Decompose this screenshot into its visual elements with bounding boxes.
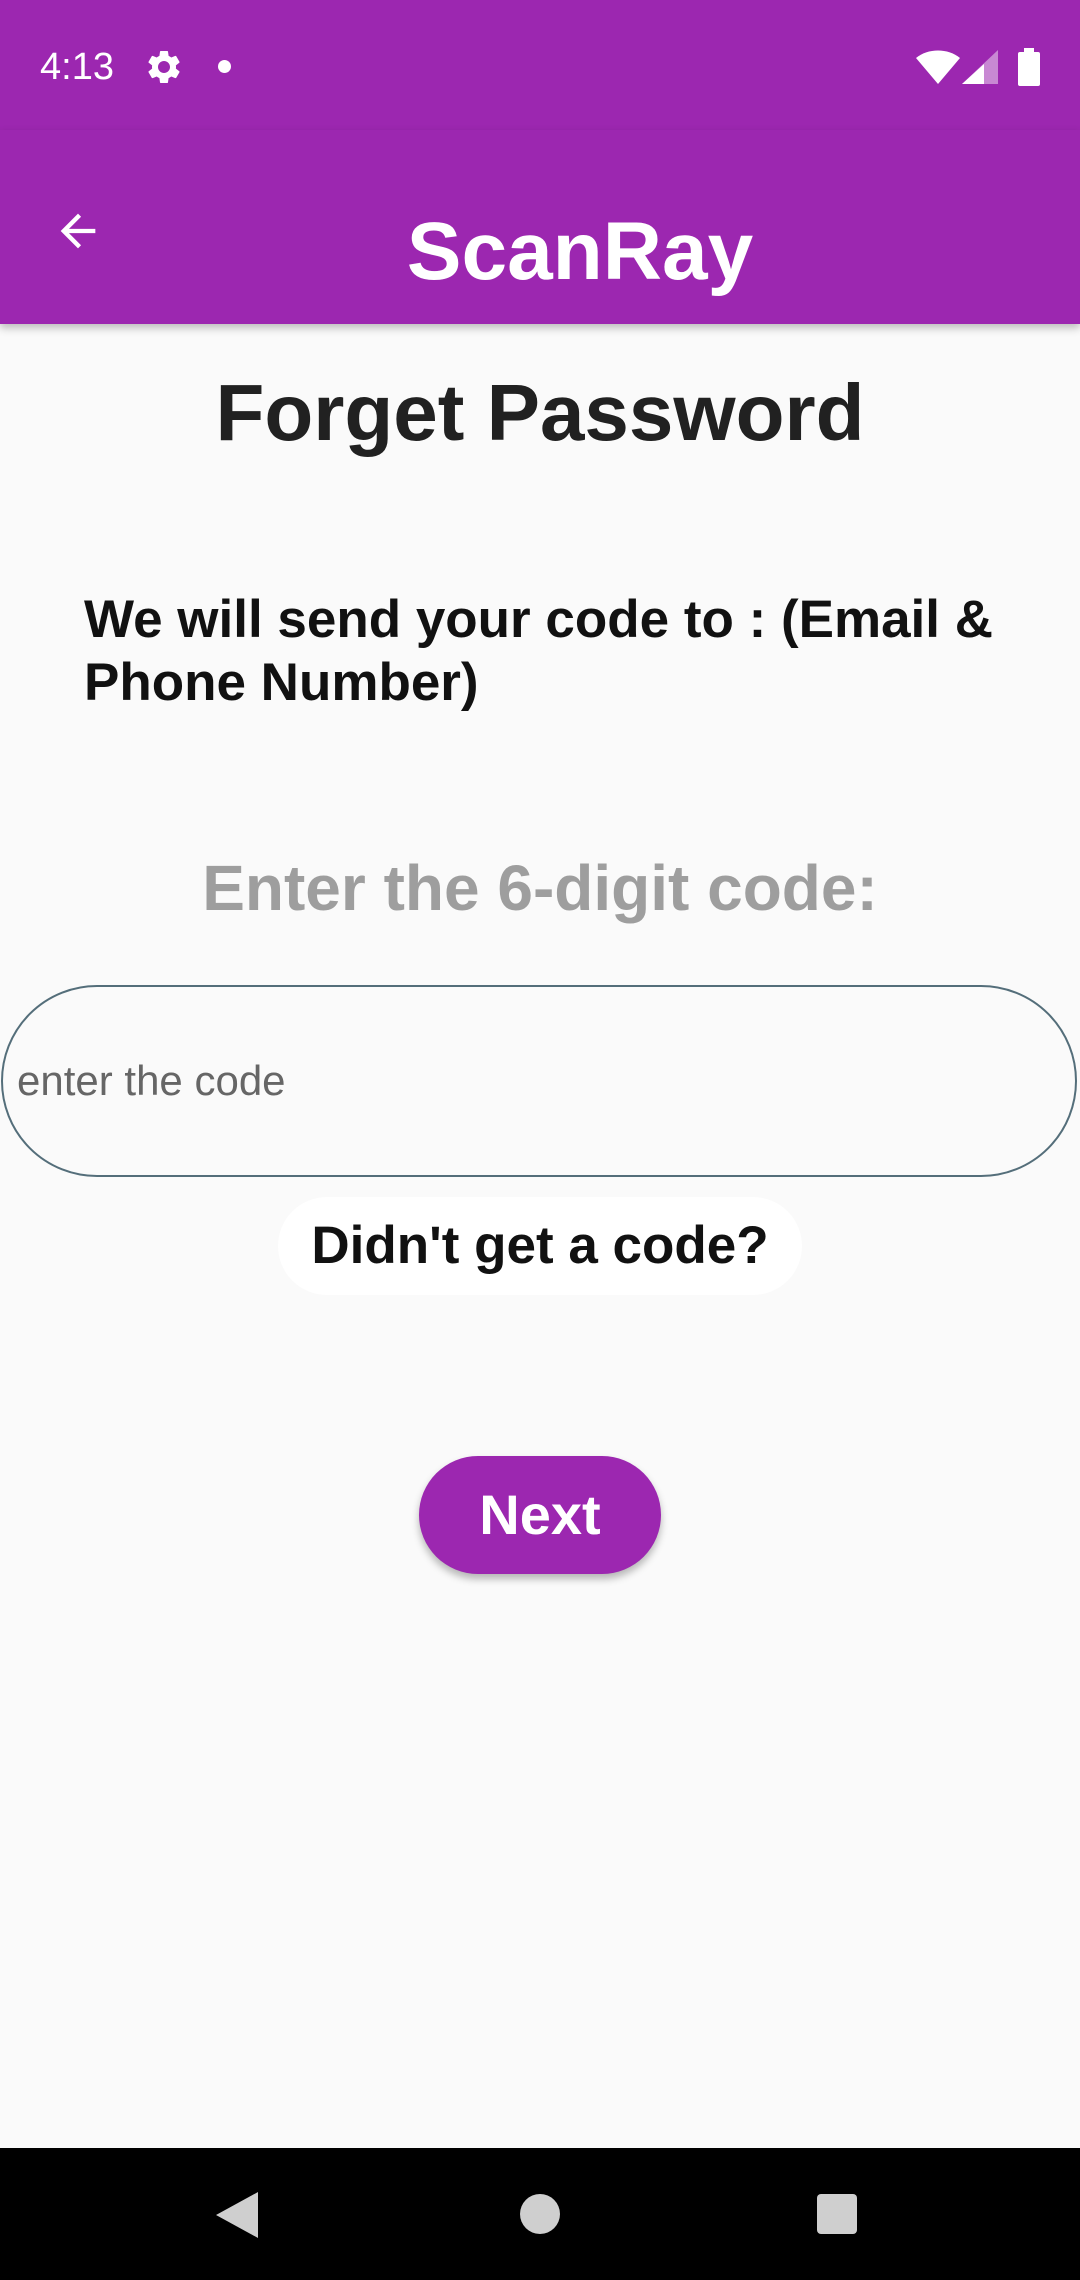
arrow-back-icon	[60, 213, 96, 249]
resend-code-button[interactable]: Didn't get a code?	[278, 1197, 802, 1295]
status-bar: 4:13	[0, 0, 1080, 130]
next-button[interactable]: Next	[419, 1456, 661, 1574]
status-time: 4:13	[40, 46, 114, 88]
code-input-container	[1, 985, 1077, 1177]
app-bar: ScanRay	[0, 130, 1080, 324]
send-info-text: We will send your code to : (Email & Pho…	[84, 590, 993, 712]
notification-dot-icon	[218, 60, 231, 73]
back-triangle-icon[interactable]	[216, 2190, 262, 2240]
back-button[interactable]	[30, 183, 126, 279]
page-title: Forget Password	[215, 368, 865, 457]
wifi-icon	[916, 50, 960, 84]
signal-icon	[962, 50, 998, 84]
home-circle-icon[interactable]	[520, 2194, 560, 2234]
navigation-bar	[0, 2148, 1080, 2280]
recents-square-icon[interactable]	[817, 2194, 857, 2234]
code-prompt-label: Enter the 6-digit code:	[202, 852, 878, 924]
app-title: ScanRay	[406, 206, 754, 297]
battery-icon	[1018, 48, 1040, 86]
gear-icon	[148, 50, 180, 83]
code-input[interactable]	[17, 987, 1057, 1175]
